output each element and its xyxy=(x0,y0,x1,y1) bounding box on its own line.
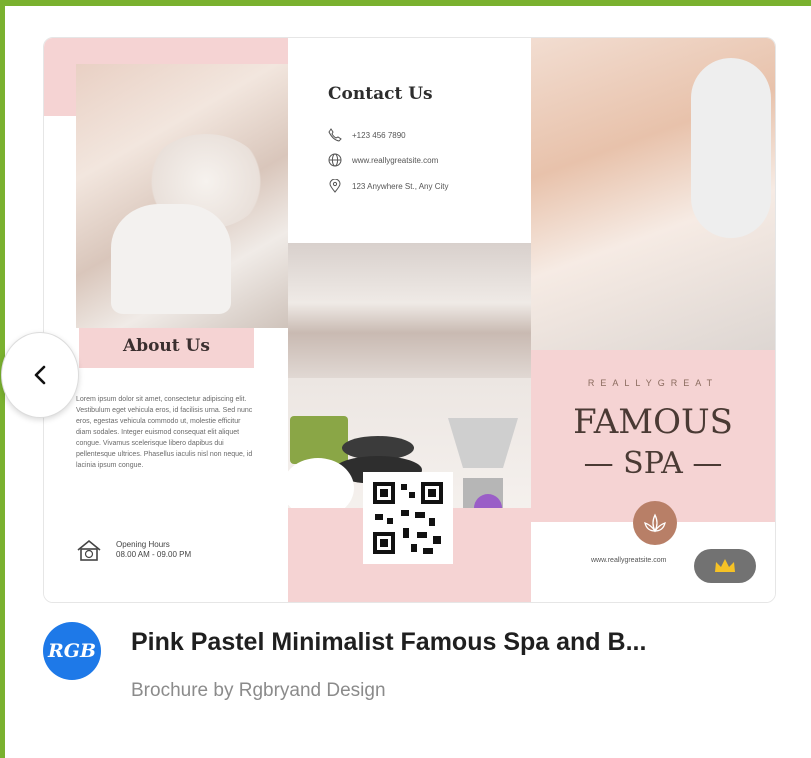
brand-small-text: REALLYGREAT xyxy=(587,378,719,388)
massage-photo xyxy=(288,243,531,393)
headband-shape xyxy=(691,58,771,238)
footer-website: www.reallygreatsite.com xyxy=(591,557,667,564)
lotus-icon xyxy=(633,501,677,545)
qr-code xyxy=(363,472,453,564)
crown-icon xyxy=(715,559,735,572)
author-avatar-text: RGB xyxy=(47,640,97,662)
opening-hours-label: Opening Hours xyxy=(116,540,170,549)
dash-right: — xyxy=(682,446,723,481)
opening-hours: Opening Hours 08.00 AM - 09.00 PM xyxy=(116,540,191,560)
brochure-panel-left: About Us Lorem ipsum dolor sit amet, con… xyxy=(44,38,288,602)
brochure-panel-right: REALLYGREAT FAMOUS — SPA — www.reallygre… xyxy=(531,38,775,602)
brand-spa: SPA xyxy=(623,446,683,481)
contact-website-row: www.reallygreatsite.com xyxy=(328,151,438,169)
brand-famous: FAMOUS xyxy=(573,402,733,442)
qr-code-icon xyxy=(363,472,453,564)
template-preview-card[interactable]: About Us Lorem ipsum dolor sit amet, con… xyxy=(43,37,776,603)
face-massage-photo xyxy=(531,38,775,350)
house-clock-icon xyxy=(77,539,101,561)
dash-left: — xyxy=(583,446,624,481)
facial-mask-photo xyxy=(76,64,288,328)
contact-phone: +123 456 7890 xyxy=(352,130,406,140)
location-pin-icon xyxy=(329,179,341,193)
towel-shape xyxy=(111,204,231,314)
previous-button[interactable] xyxy=(1,332,79,418)
opening-hours-value: 08.00 AM - 09.00 PM xyxy=(116,550,192,559)
brochure-panel-middle: Contact Us +123 456 7890 www.reallygreat… xyxy=(282,38,531,602)
contact-address-row: 123 Anywhere St., Any City xyxy=(328,177,449,195)
template-subtitle[interactable]: Brochure by Rgbryand Design xyxy=(131,680,386,702)
contact-title: Contact Us xyxy=(328,84,433,104)
contact-phone-row: +123 456 7890 xyxy=(328,126,406,144)
globe-icon xyxy=(328,153,342,167)
contact-website: www.reallygreatsite.com xyxy=(352,155,439,165)
author-avatar[interactable]: RGB xyxy=(43,622,101,680)
brand-spa-line: — SPA — xyxy=(531,446,775,481)
template-title[interactable]: Pink Pastel Minimalist Famous Spa and B.… xyxy=(131,628,781,657)
contact-address: 123 Anywhere St., Any City xyxy=(352,181,449,191)
phone-icon xyxy=(328,128,342,142)
about-body: Lorem ipsum dolor sit amet, consectetur … xyxy=(76,396,253,469)
chevron-left-icon xyxy=(34,365,46,385)
about-title: About Us xyxy=(123,336,210,356)
premium-badge[interactable] xyxy=(694,549,756,583)
